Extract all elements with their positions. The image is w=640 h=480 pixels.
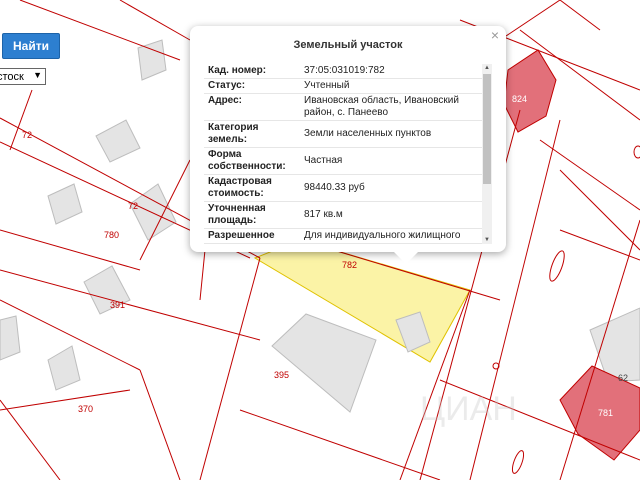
parcel-label-824: 824 (512, 94, 527, 104)
parcel-label-72: 72 (22, 130, 32, 140)
parcel-label-62: 62 (618, 373, 628, 383)
scroll-down-arrow[interactable]: ▼ (482, 236, 492, 244)
attribute-key: Кадастровая стоимость: (208, 176, 272, 199)
parcel-label-72: 72 (128, 201, 138, 211)
parcel-attributes-table[interactable]: Кад. номер: 37:05:031019:782 Статус: Учтенн… (204, 64, 490, 244)
attribute-key: Форма собственности: (208, 149, 286, 172)
scrollbar-thumb[interactable] (483, 74, 491, 184)
chevron-down-icon: ▼ (33, 70, 42, 80)
attribute-value: Учтенный (304, 80, 350, 91)
attribute-row: Кадастровая стоимость: 98440.33 руб (204, 175, 490, 202)
parcel-info-popup: Земельный участок × Кад. номер: 37:05:031… (190, 26, 506, 264)
close-icon[interactable]: × (491, 27, 499, 43)
parcel-label-395: 395 (274, 370, 289, 380)
attribute-row: Статус: Учтенный (204, 79, 490, 94)
scroll-up-arrow[interactable]: ▲ (482, 64, 492, 72)
attribute-value: 817 кв.м (304, 209, 343, 220)
attribute-key: Категория земель: (208, 122, 259, 145)
attribute-key: Кад. номер: (208, 65, 267, 76)
attribute-key: Разрешенное (208, 230, 275, 241)
parcel-label-781: 781 (598, 408, 613, 418)
attribute-row: Адрес: Ивановская область, Ивановский райо… (204, 94, 490, 121)
parcel-label-782: 782 (342, 260, 357, 270)
attribute-value: Частная (304, 155, 343, 166)
layer-select[interactable]: стоск ▼ (0, 68, 46, 85)
parcel-label-780: 780 (104, 230, 119, 240)
attribute-value: 98440.33 руб (304, 182, 365, 193)
attribute-value: Земли населенных пунктов (304, 128, 432, 139)
attribute-key: Уточненная площадь: (208, 203, 266, 226)
attribute-row: Форма собственности: Частная (204, 148, 490, 175)
attribute-key: Адрес: (208, 95, 242, 106)
attribute-row: Кад. номер: 37:05:031019:782 (204, 64, 490, 79)
attribute-row: Категория земель: Земли населенных пунктов (204, 121, 490, 148)
attribute-value: Для индивидуального жилищного (304, 230, 461, 241)
attribute-row: Разрешенное Для индивидуального жилищного (204, 229, 490, 244)
layer-select-value: стоск (0, 70, 24, 83)
popup-title: Земельный участок (293, 39, 403, 51)
watermark-text: ЦИАН (420, 390, 517, 428)
attribute-row: Уточненная площадь: 817 кв.м (204, 202, 490, 229)
building (0, 315, 21, 361)
attribute-value: 37:05:031019:782 (304, 65, 385, 76)
attribute-value: Ивановская область, Ивановский район, с. … (304, 95, 459, 118)
popup-scrollbar[interactable]: ▲ ▼ (482, 64, 492, 244)
attribute-key: Статус: (208, 80, 246, 91)
find-button[interactable]: Найти (2, 33, 60, 59)
parcel-label-370: 370 (78, 404, 93, 414)
parcel-label-391: 391 (110, 300, 125, 310)
